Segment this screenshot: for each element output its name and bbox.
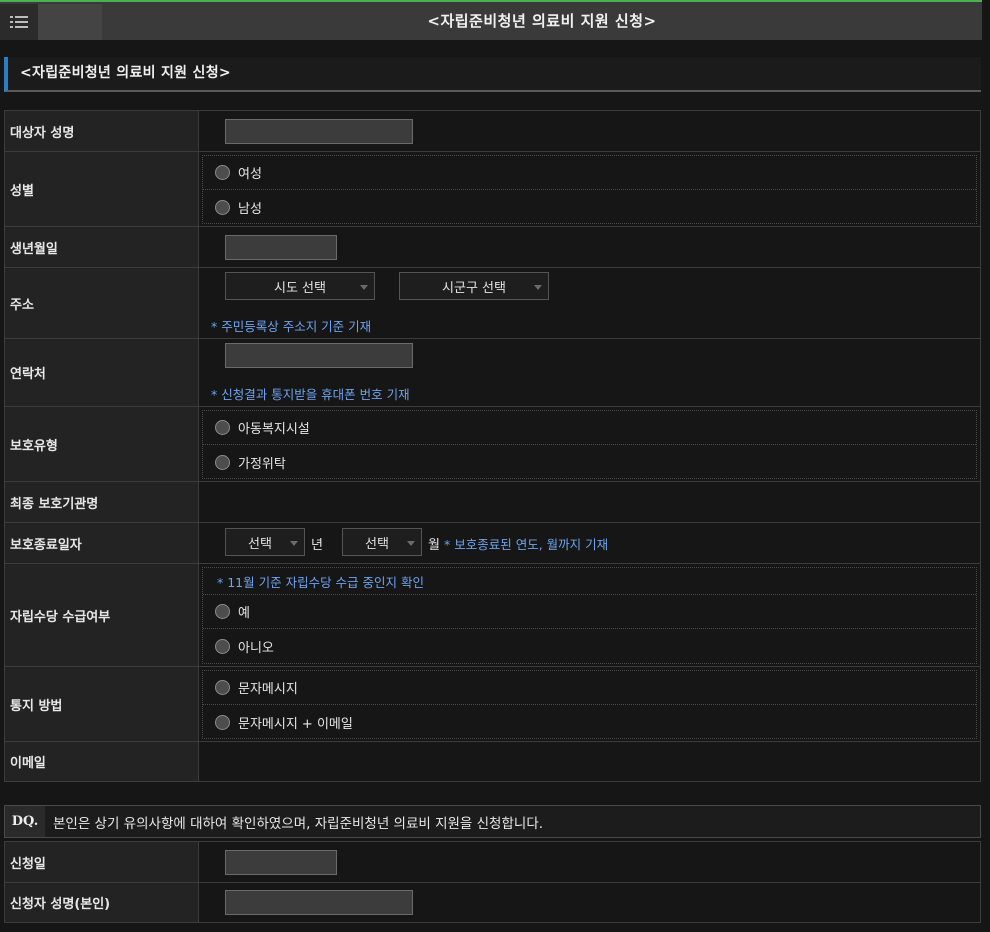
section-heading: <자립준비청년 의료비 지원 신청> <box>4 57 981 92</box>
birth-input[interactable] <box>225 235 337 260</box>
protection-option-label: 가정위탁 <box>238 456 286 472</box>
protection-type-radio-group: 아동복지시설 가정위탁 <box>202 410 977 479</box>
declaration-bar: DQ. 본인은 상기 유의사항에 대하여 확인하였으며, 자립준비청년 의료비 … <box>4 805 981 838</box>
protection-option-label: 아동복지시설 <box>238 422 310 437</box>
contact-note: * 신청결과 통지받을 휴대폰 번호 기재 <box>211 387 410 402</box>
protection-end-note: * 보호종료된 연도, 월까지 기재 <box>444 537 609 552</box>
last-institution-value[interactable] <box>199 482 980 522</box>
allowance-option-yes[interactable]: 예 <box>203 595 976 629</box>
menu-button[interactable] <box>0 4 102 40</box>
name-input[interactable] <box>225 119 413 144</box>
protection-type-label: 보호유형 <box>5 407 199 481</box>
contact-label: 연락처 <box>5 339 199 406</box>
allowance-note: * 11월 기준 자립수당 수급 중인지 확인 <box>217 574 424 590</box>
sigungu-select-value: 시군구 선택 <box>442 280 506 296</box>
list-icon <box>10 15 28 29</box>
row-email: 이메일 <box>4 742 981 782</box>
applicant-input[interactable] <box>225 890 413 915</box>
page-title: <자립준비청년 의료비 지원 신청> <box>427 12 657 30</box>
year-select-value: 선택 <box>248 536 272 552</box>
radio-button[interactable] <box>215 420 230 435</box>
month-select[interactable]: 선택 <box>342 528 422 556</box>
notify-option-sms[interactable]: 문자메시지 <box>203 671 976 705</box>
radio-button[interactable] <box>215 714 230 730</box>
gender-option-male[interactable]: 남성 <box>203 190 976 224</box>
contact-input[interactable] <box>225 343 413 368</box>
row-protection-type: 보호유형 아동복지시설 가정위탁 <box>4 407 981 482</box>
row-birth: 생년월일 <box>4 227 981 268</box>
notify-option-label: 문자메시지 + 이메일 <box>238 716 353 732</box>
email-value[interactable] <box>199 742 980 781</box>
gender-label: 성별 <box>5 152 199 226</box>
allowance-option-label: 아니오 <box>238 640 274 656</box>
top-bar: <자립준비청년 의료비 지원 신청> <box>0 0 982 40</box>
row-name: 대상자 성명 <box>4 111 981 152</box>
application-form: 대상자 성명 성별 여성 남성 생년월일 주소 시도 선택 시군구 선택 * 주… <box>4 110 981 782</box>
gender-radio-group: 여성 남성 <box>202 155 977 224</box>
row-applicant: 신청자 성명(본인) <box>4 883 981 923</box>
radio-button[interactable] <box>215 454 230 470</box>
row-apply-date: 신청일 <box>4 842 981 883</box>
signature-form: 신청일 신청자 성명(본인) <box>4 841 981 923</box>
row-notify: 통지 방법 문자메시지 문자메시지 + 이메일 <box>4 667 981 742</box>
row-contact: 연락처 * 신청결과 통지받을 휴대폰 번호 기재 <box>4 339 981 407</box>
declaration-tag: DQ. <box>5 806 45 837</box>
email-label: 이메일 <box>5 742 199 781</box>
chevron-down-icon <box>407 541 415 546</box>
radio-button[interactable] <box>215 199 230 215</box>
row-protection-end: 보호종료일자 선택 년 선택 월 * 보호종료된 연도, 월까지 기재 <box>4 523 981 564</box>
allowance-option-label: 예 <box>238 606 250 621</box>
gender-option-label: 여성 <box>238 167 262 182</box>
declaration-text: 본인은 상기 유의사항에 대하여 확인하였으며, 자립준비청년 의료비 지원을 … <box>53 815 544 832</box>
sigungu-select[interactable]: 시군구 선택 <box>399 272 549 300</box>
protection-end-label: 보호종료일자 <box>5 523 199 563</box>
row-last-institution: 최종 보호기관명 <box>4 482 981 523</box>
row-allowance: 자립수당 수급여부 * 11월 기준 자립수당 수급 중인지 확인 예 아니오 <box>4 564 981 667</box>
gender-option-label: 남성 <box>238 201 262 217</box>
year-select[interactable]: 선택 <box>225 528 305 556</box>
protection-option-facility[interactable]: 아동복지시설 <box>203 411 976 445</box>
chevron-down-icon <box>290 541 298 546</box>
allowance-label: 자립수당 수급여부 <box>5 564 199 666</box>
notify-option-sms-email[interactable]: 문자메시지 + 이메일 <box>203 705 976 739</box>
radio-button[interactable] <box>215 604 230 619</box>
notify-radio-group: 문자메시지 문자메시지 + 이메일 <box>202 670 977 739</box>
allowance-option-no[interactable]: 아니오 <box>203 629 976 663</box>
radio-button[interactable] <box>215 638 230 654</box>
year-suffix: 년 <box>311 538 323 553</box>
row-address: 주소 시도 선택 시군구 선택 * 주민등록상 주소지 기준 기재 <box>4 268 981 339</box>
name-label: 대상자 성명 <box>5 111 199 151</box>
birth-label: 생년월일 <box>5 227 199 267</box>
sido-select-value: 시도 선택 <box>274 280 326 296</box>
month-select-value: 선택 <box>365 536 389 552</box>
chevron-down-icon <box>534 285 542 290</box>
radio-button[interactable] <box>215 165 230 180</box>
allowance-radio-group: * 11월 기준 자립수당 수급 중인지 확인 예 아니오 <box>202 567 977 664</box>
address-label: 주소 <box>5 268 199 338</box>
apply-date-input[interactable] <box>225 850 337 875</box>
notify-label: 통지 방법 <box>5 667 199 741</box>
gender-option-female[interactable]: 여성 <box>203 156 976 190</box>
last-institution-label: 최종 보호기관명 <box>5 482 199 522</box>
radio-button[interactable] <box>215 680 230 695</box>
notify-option-label: 문자메시지 <box>238 682 298 697</box>
address-note: * 주민등록상 주소지 기준 기재 <box>211 319 372 334</box>
applicant-label: 신청자 성명(본인) <box>5 883 199 922</box>
chevron-down-icon <box>360 285 368 290</box>
month-suffix: 월 <box>428 538 440 553</box>
apply-date-label: 신청일 <box>5 842 199 882</box>
sido-select[interactable]: 시도 선택 <box>225 272 375 300</box>
row-gender: 성별 여성 남성 <box>4 152 981 227</box>
protection-option-foster[interactable]: 가정위탁 <box>203 445 976 479</box>
